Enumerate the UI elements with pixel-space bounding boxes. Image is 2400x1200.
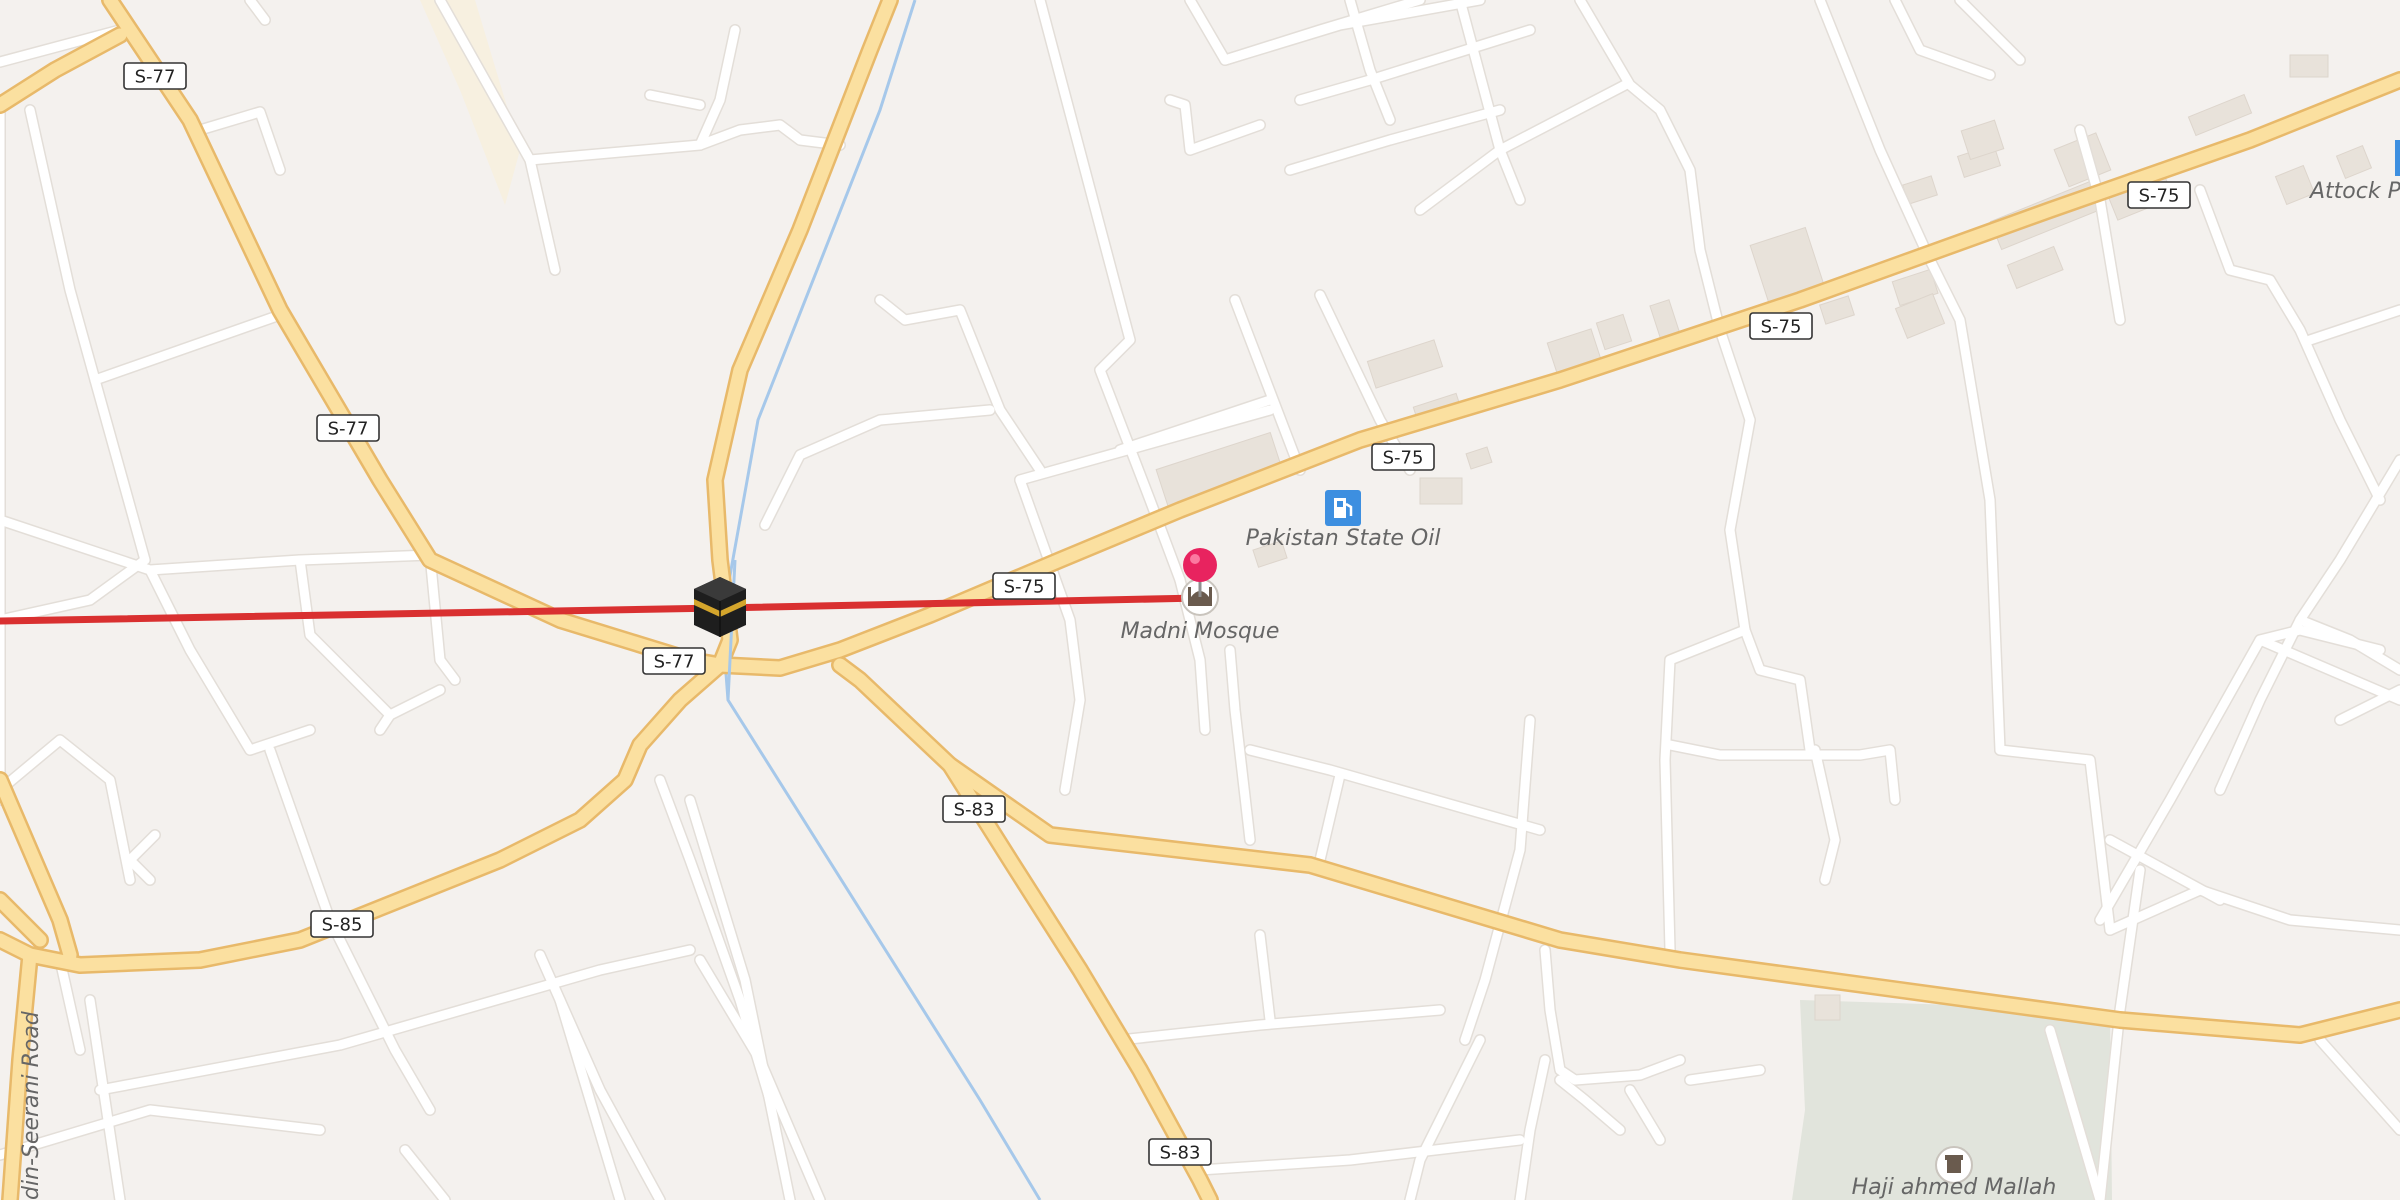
svg-text:S-77: S-77 — [328, 419, 369, 440]
attock-label: Attock Pe — [2308, 179, 2400, 204]
kaaba-icon[interactable] — [694, 577, 746, 637]
svg-text:S-75: S-75 — [1004, 577, 1045, 598]
svg-text:S-83: S-83 — [1160, 1143, 1201, 1164]
svg-text:S-77: S-77 — [135, 67, 176, 88]
pakistan-state-oil-label: Pakistan State Oil — [1246, 526, 1441, 551]
route-shield-s77: S-77 — [642, 647, 706, 675]
route-shield-s75: S-75 — [1749, 312, 1813, 340]
route-shield-s75: S-75 — [992, 572, 1056, 600]
haji-ahmed-mallah-label: Haji ahmed Mallah — [1852, 1175, 2057, 1200]
madni-mosque-label: Madni Mosque — [1121, 619, 1280, 644]
route-shield-s83: S-83 — [1148, 1138, 1212, 1166]
svg-text:S-77: S-77 — [654, 652, 695, 673]
fuel-station-icon[interactable] — [1325, 490, 1361, 526]
route-shield-s77: S-77 — [123, 62, 187, 90]
svg-text:S-75: S-75 — [1383, 448, 1424, 469]
map-canvas[interactable]: Haji ahmed Mallah Madni Mosque Pakistan … — [0, 0, 2400, 1200]
route-shield-s77: S-77 — [316, 414, 380, 442]
svg-text:S-83: S-83 — [954, 800, 995, 821]
route-shield-s75: S-75 — [2127, 181, 2191, 209]
route-shield-s83: S-83 — [942, 795, 1006, 823]
svg-text:S-75: S-75 — [2139, 186, 2180, 207]
attock-fuel-station-icon[interactable] — [2395, 140, 2400, 176]
svg-text:S-85: S-85 — [322, 915, 363, 936]
seerani-road-label: din-Seerani Road — [19, 1010, 44, 1200]
route-shield-s75: S-75 — [1371, 443, 1435, 471]
svg-text:S-75: S-75 — [1761, 317, 1802, 338]
route-shield-s85: S-85 — [310, 910, 374, 938]
